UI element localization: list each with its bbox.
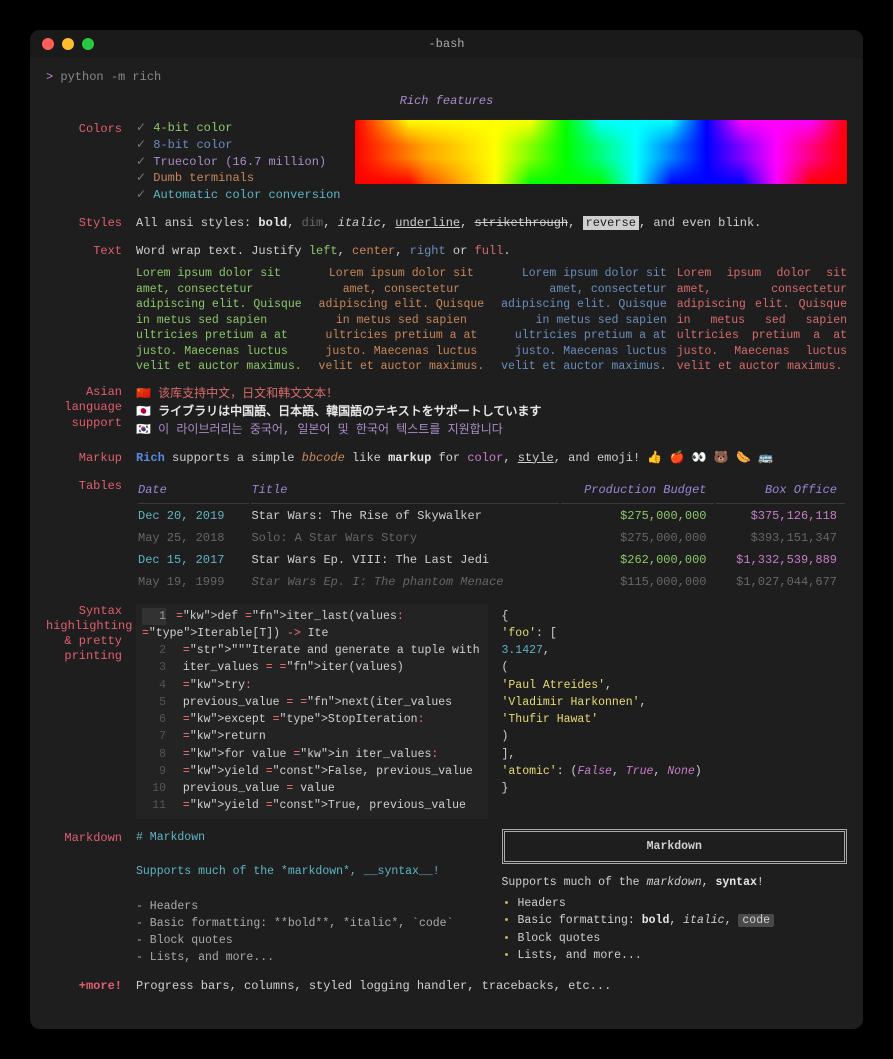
color-item: 4-bit color — [153, 121, 232, 135]
color-item: Automatic color conversion — [153, 188, 340, 202]
th-box: Box Office — [716, 479, 845, 504]
terminal-window: -bash > python -m rich Rich features Col… — [30, 30, 863, 1029]
markup-line: Rich supports a simple bbcode like marku… — [136, 449, 847, 467]
label-asian: Asian language support — [46, 385, 136, 439]
md-li: Headers — [518, 895, 848, 912]
asian-line: 🇨🇳 该库支持中文，日文和韩文文本！ — [136, 385, 847, 403]
window-title: -bash — [30, 35, 863, 53]
md-li: Basic formatting: bold, italic, code — [518, 912, 848, 929]
markdown-title-box: Markdown — [502, 829, 848, 864]
table-row: May 25, 2018Solo: A Star Wars Story$275,… — [138, 528, 845, 548]
titlebar: -bash — [30, 30, 863, 58]
asian-line: 🇰🇷 이 라이브러리는 중국어, 일본어 및 한국어 텍스트를 지원합니다 — [136, 421, 847, 439]
color-item: 8-bit color — [153, 138, 232, 152]
styles-line: All ansi styles: bold, dim, italic, unde… — [136, 214, 847, 232]
emoji-row: 👍 🍎 👀 🐻 🌭 🚌 — [647, 451, 773, 465]
syntax-code: 1="kw">def ="fn">iter_last(values: ="typ… — [136, 604, 488, 819]
color-item: Dumb terminals — [153, 171, 254, 185]
movies-table: Date Title Production Budget Box Office … — [136, 477, 847, 594]
label-styles: Styles — [46, 214, 136, 232]
md-li: Lists, and more... — [518, 947, 848, 964]
label-markup: Markup — [46, 449, 136, 467]
color-spectrum — [355, 120, 848, 184]
th-date: Date — [138, 479, 249, 504]
prompt-arrow: > — [46, 70, 53, 84]
prompt-command: python -m rich — [60, 70, 161, 84]
th-budget: Production Budget — [561, 479, 715, 504]
justify-right: Lorem ipsum dolor sit amet, consectetur … — [497, 266, 667, 375]
md-li: Block quotes — [518, 930, 848, 947]
justify-center: Lorem ipsum dolor sit amet, consectetur … — [316, 266, 486, 375]
markdown-source: # Markdown Supports much of the *markdow… — [136, 829, 482, 967]
justify-full: Lorem ipsum dolor sit amet, consectetur … — [677, 266, 847, 375]
text-line: Word wrap text. Justify left, center, ri… — [136, 242, 847, 260]
markdown-rendered: Markdown Supports much of the markdown, … — [502, 829, 848, 967]
table-row: Dec 15, 2017Star Wars Ep. VIII: The Last… — [138, 550, 845, 570]
label-markdown: Markdown — [46, 829, 136, 967]
terminal-content: > python -m rich Rich features Colors ✓ … — [30, 58, 863, 1029]
more-line: Progress bars, columns, styled logging h… — [136, 977, 847, 995]
color-item: Truecolor (16.7 million) — [153, 155, 326, 169]
label-tables: Tables — [46, 477, 136, 594]
pretty-print: { 'foo': [ 3.1427, ( 'Paul Atreides', 'V… — [496, 604, 848, 819]
label-more: +more! — [46, 977, 136, 995]
label-syntax: Syntax highlighting & pretty printing — [46, 604, 136, 819]
asian-line: 🇯🇵 ライブラリは中国語、日本語、韓国語のテキストをサポートしています — [136, 403, 847, 421]
th-title: Title — [251, 479, 558, 504]
label-text: Text — [46, 242, 136, 375]
justify-left: Lorem ipsum dolor sit amet, consectetur … — [136, 266, 306, 375]
label-colors: Colors — [46, 120, 136, 204]
table-row: Dec 20, 2019Star Wars: The Rise of Skywa… — [138, 506, 845, 526]
shell-prompt: > python -m rich — [46, 68, 847, 86]
table-row: May 19, 1999Star Wars Ep. I: The phantom… — [138, 572, 845, 592]
features-title: Rich features — [46, 92, 847, 110]
color-list: ✓ 4-bit color ✓ 8-bit color ✓ Truecolor … — [136, 120, 341, 204]
asian-block: 🇨🇳 该库支持中文，日文和韩文文本！ 🇯🇵 ライブラリは中国語、日本語、韓国語の… — [136, 385, 847, 439]
